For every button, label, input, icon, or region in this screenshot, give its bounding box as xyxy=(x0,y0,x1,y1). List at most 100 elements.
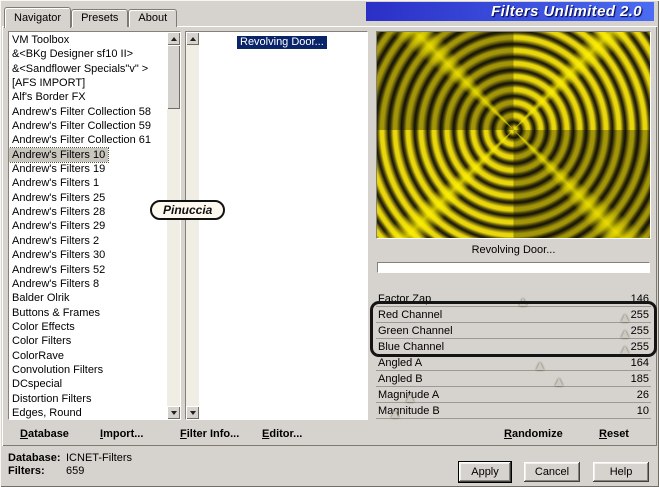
randomize-button[interactable]: Randomize xyxy=(504,428,563,440)
arrow-down-icon xyxy=(170,410,177,415)
slider-magnitude-b[interactable]: Magnitude B 10 xyxy=(376,403,651,419)
category-item[interactable]: Color Effects xyxy=(9,320,167,334)
slider-value: 10 xyxy=(636,405,649,417)
slider-label: Magnitude B xyxy=(378,405,440,417)
category-item[interactable]: Alf's Border FX xyxy=(9,90,167,104)
category-item[interactable]: Andrew's Filters 8 xyxy=(9,277,167,291)
slider-label: Blue Channel xyxy=(378,341,445,353)
slider-panel: Factor Zap 146 Red Channel 255 Green Channel… xyxy=(370,291,657,419)
arrow-down-icon xyxy=(189,410,196,415)
filter-preview-image[interactable] xyxy=(377,32,650,238)
category-item[interactable]: Andrew's Filters 19 xyxy=(9,162,167,176)
filter-list-panel: Revolving Door... xyxy=(185,31,368,420)
slider-label: Red Channel xyxy=(378,309,443,321)
scroll-down-button[interactable] xyxy=(186,406,199,419)
slider-label: Green Channel xyxy=(378,325,453,337)
category-item[interactable]: Edges, Round xyxy=(9,406,167,419)
status-filters-value: 659 xyxy=(66,465,85,477)
slider-thumb[interactable] xyxy=(535,362,544,370)
category-item[interactable]: &<Sandflower Specials"v" > xyxy=(9,62,167,76)
category-scrollbar[interactable] xyxy=(167,32,180,419)
category-item[interactable]: Andrew's Filters 2 xyxy=(9,234,167,248)
apply-button[interactable]: Apply xyxy=(459,462,511,482)
status-filters-label: Filters: xyxy=(8,465,45,477)
database-button[interactable]: Database xyxy=(20,428,69,440)
category-item[interactable]: VM Toolbox xyxy=(9,33,167,47)
filter-scrollbar[interactable] xyxy=(186,32,199,419)
category-item[interactable]: Andrew's Filters 25 xyxy=(9,191,167,205)
slider-thumb[interactable] xyxy=(391,410,400,418)
slider-thumb[interactable] xyxy=(621,314,629,322)
tab-bar: Navigator Presets About xyxy=(4,6,178,28)
category-list: VM Toolbox &<BKg Designer sf10 II> &<Sandf… xyxy=(9,32,167,419)
arrow-up-icon xyxy=(170,36,177,41)
category-item[interactable]: Color Filters xyxy=(9,334,167,348)
slider-green-channel[interactable]: Green Channel 255 xyxy=(376,323,651,339)
category-item[interactable]: Andrew's Filters 29 xyxy=(9,219,167,233)
category-item[interactable]: DCspecial xyxy=(9,377,167,391)
slider-thumb[interactable] xyxy=(406,394,415,402)
preview-caption: Revolving Door... xyxy=(471,244,556,256)
app-title: Filters Unlimited 2.0 xyxy=(491,3,642,20)
slider-value: 255 xyxy=(630,309,649,321)
filter-item[interactable]: Revolving Door... xyxy=(237,36,327,49)
category-item[interactable]: Andrew's Filters 52 xyxy=(9,263,167,277)
preview-panel xyxy=(376,31,651,239)
category-item[interactable]: Andrew's Filters 28 xyxy=(9,205,167,219)
scrollbar-track[interactable] xyxy=(186,45,199,406)
category-list-panel: VM Toolbox &<BKg Designer sf10 II> &<Sandf… xyxy=(8,31,181,420)
slider-angled-a[interactable]: Angled A 164 xyxy=(376,355,651,371)
progress-bar xyxy=(377,262,650,273)
scrollbar-track[interactable] xyxy=(167,45,180,406)
slider-value: 26 xyxy=(636,389,649,401)
reset-button[interactable]: Reset xyxy=(599,428,629,440)
scrollbar-thumb[interactable] xyxy=(167,45,180,109)
help-button[interactable]: Help xyxy=(593,462,649,482)
slider-value: 185 xyxy=(630,373,649,385)
slider-thumb[interactable] xyxy=(555,378,564,386)
category-item[interactable]: &<BKg Designer sf10 II> xyxy=(9,47,167,61)
title-bar: Filters Unlimited 2.0 xyxy=(366,2,654,21)
slider-value: 255 xyxy=(630,325,649,337)
tab-navigator[interactable]: Navigator xyxy=(4,7,72,28)
category-item[interactable]: Andrew's Filters 1 xyxy=(9,176,167,190)
category-item[interactable]: [AFS IMPORT] xyxy=(9,76,167,90)
slider-value: 164 xyxy=(630,357,649,369)
category-item[interactable]: Balder Olrik xyxy=(9,291,167,305)
slider-blue-channel[interactable]: Blue Channel 255 xyxy=(376,339,651,355)
scroll-up-button[interactable] xyxy=(167,32,180,45)
slider-red-channel[interactable]: Red Channel 255 xyxy=(376,307,651,323)
tab-presets[interactable]: Presets xyxy=(71,9,129,27)
category-item[interactable]: Andrew's Filters 10 xyxy=(9,146,110,164)
slider-thumb[interactable] xyxy=(621,330,629,338)
slider-value: 255 xyxy=(630,341,649,353)
slider-value: 146 xyxy=(630,293,649,305)
filter-info-button[interactable]: Filter Info... xyxy=(180,428,239,440)
slider-angled-b[interactable]: Angled B 185 xyxy=(376,371,651,387)
editor-button[interactable]: Editor... xyxy=(262,428,302,440)
slider-label: Factor Zap xyxy=(378,293,432,305)
category-item[interactable]: Andrew's Filter Collection 61 xyxy=(9,133,167,147)
cancel-button[interactable]: Cancel xyxy=(524,462,580,482)
category-item[interactable]: Convolution Filters xyxy=(9,363,167,377)
slider-thumb[interactable] xyxy=(621,346,629,354)
status-database-value: ICNET-Filters xyxy=(66,452,132,464)
status-bar: Database: ICNET-Filters Filters: 659 xyxy=(8,452,132,478)
category-item[interactable]: Distortion Filters xyxy=(9,392,167,406)
category-item[interactable]: Buttons & Frames xyxy=(9,306,167,320)
slider-thumb[interactable] xyxy=(518,298,527,306)
arrow-up-icon xyxy=(189,36,196,41)
category-item[interactable]: ColorRave xyxy=(9,349,167,363)
slider-factor-zap[interactable]: Factor Zap 146 xyxy=(376,291,651,307)
slider-list: Factor Zap 146 Red Channel 255 Green Channel… xyxy=(376,291,651,419)
scroll-up-button[interactable] xyxy=(186,32,199,45)
scroll-down-button[interactable] xyxy=(167,406,180,419)
filter-list: Revolving Door... xyxy=(199,32,367,419)
category-item[interactable]: Andrew's Filters 30 xyxy=(9,248,167,262)
import-button[interactable]: Import... xyxy=(100,428,143,440)
tab-about[interactable]: About xyxy=(128,9,178,27)
category-item[interactable]: Andrew's Filter Collection 59 xyxy=(9,119,167,133)
category-item[interactable]: Andrew's Filter Collection 58 xyxy=(9,105,167,119)
slider-magnitude-a[interactable]: Magnitude A 26 xyxy=(376,387,651,403)
watermark-pinuccia: Pinuccia xyxy=(150,200,226,220)
